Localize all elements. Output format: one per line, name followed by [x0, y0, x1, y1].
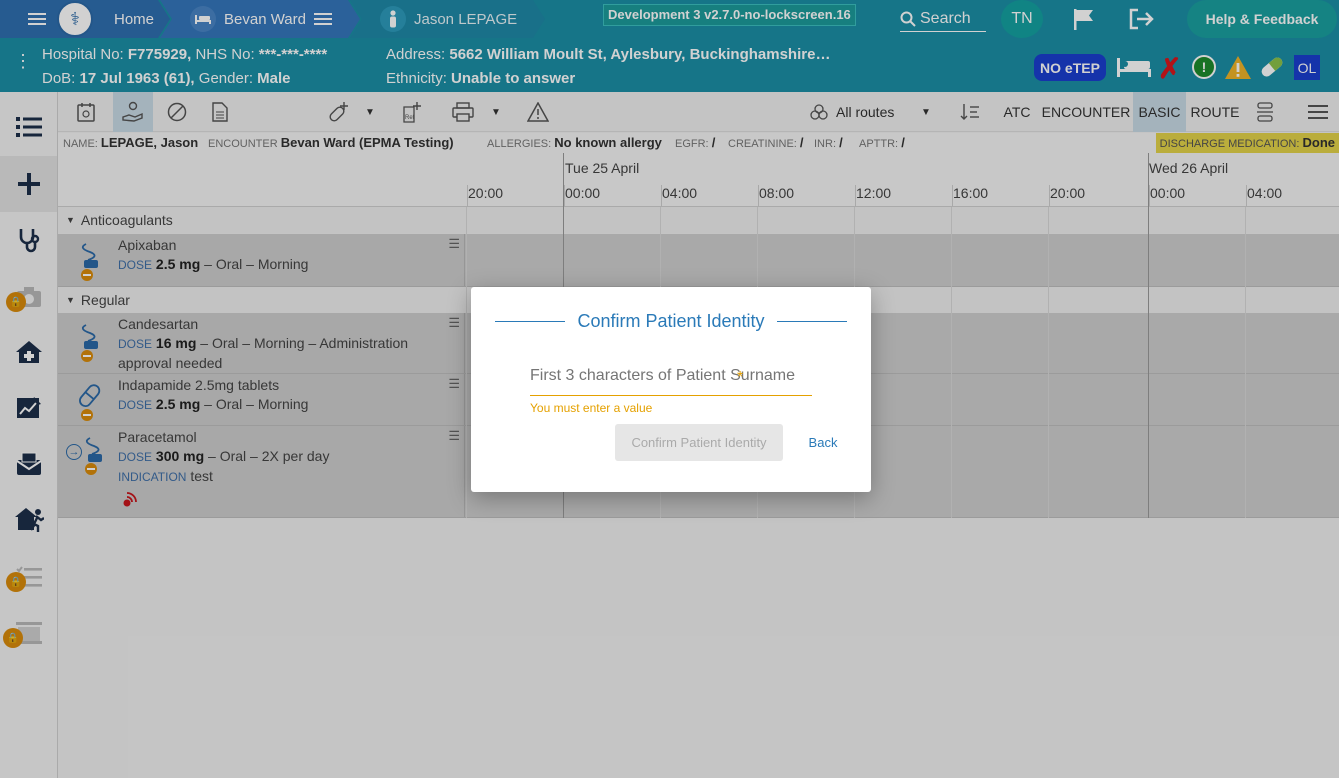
- confirm-identity-button[interactable]: Confirm Patient Identity: [615, 424, 783, 461]
- back-button[interactable]: Back: [801, 424, 845, 461]
- title-rule: [777, 321, 847, 322]
- surname-field[interactable]: [530, 367, 812, 396]
- field-error: You must enter a value: [530, 401, 653, 415]
- surname-input[interactable]: [530, 367, 812, 385]
- required-marker: *: [737, 369, 744, 386]
- confirm-identity-dialog: Confirm Patient Identity * You must ente…: [471, 287, 871, 492]
